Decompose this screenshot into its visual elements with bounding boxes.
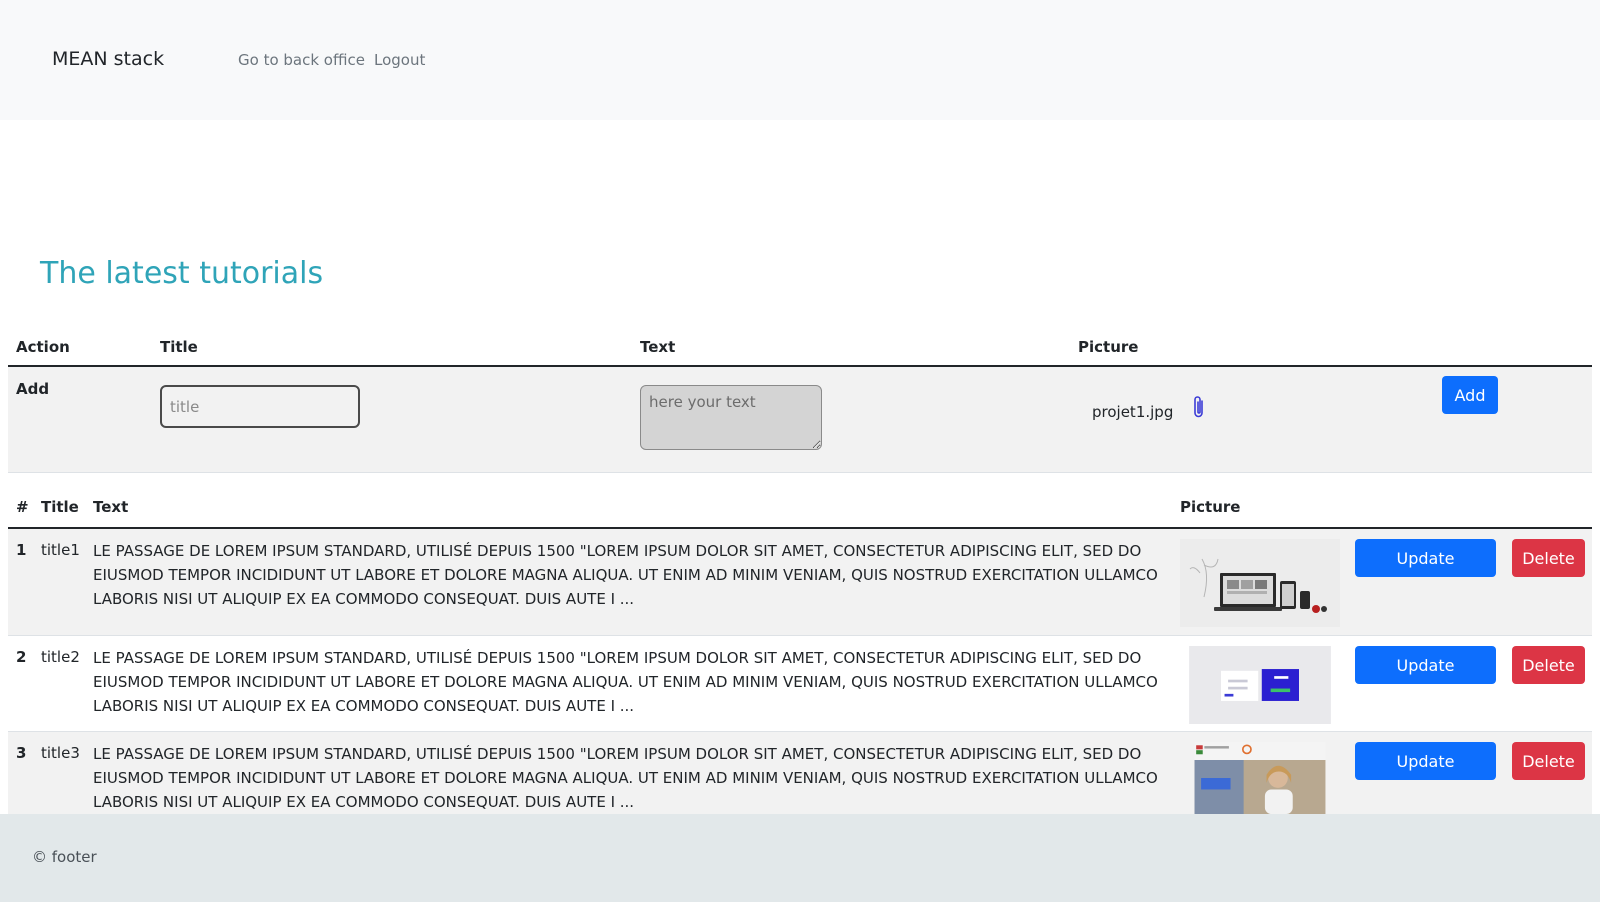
row-title: title3 [41,744,80,762]
header-text: Text [640,338,676,356]
update-button[interactable]: Update [1355,646,1496,684]
thumbnail-image [1180,539,1340,627]
delete-button[interactable]: Delete [1512,742,1585,780]
delete-button[interactable]: Delete [1512,539,1585,577]
footer: © footer [0,814,1600,902]
table-row: 2 title2 LE PASSAGE DE LOREM IPSUM STAND… [8,636,1592,732]
header-action: Action [16,338,70,356]
row-title: title1 [41,541,80,559]
row-title: title2 [41,648,80,666]
header-title: Title [41,498,79,516]
header-picture: Picture [1180,498,1241,516]
nav-link-logout[interactable]: Logout [374,51,425,69]
tutorials-table-header: # Title Text Picture [8,490,1592,529]
header-number: # [16,498,29,516]
add-form-row: Add projet1.jpg Add [8,367,1592,473]
row-text: LE PASSAGE DE LOREM IPSUM STANDARD, UTIL… [93,542,1158,608]
row-number: 2 [16,648,27,666]
title-input[interactable] [160,385,360,428]
update-button[interactable]: Update [1355,539,1496,577]
thumbnail-image [1189,646,1331,724]
nav-link-back-office[interactable]: Go to back office [238,51,365,69]
navbar: MEAN stack Go to back office Logout [0,0,1600,120]
header-title: Title [160,338,198,356]
add-button[interactable]: Add [1442,376,1498,414]
delete-button[interactable]: Delete [1512,646,1585,684]
header-text: Text [93,498,129,516]
header-picture: Picture [1078,338,1139,356]
text-input[interactable] [640,385,822,450]
thumbnail-image [1194,742,1326,814]
page-title: The latest tutorials [40,256,324,291]
row-text: LE PASSAGE DE LOREM IPSUM STANDARD, UTIL… [93,745,1158,811]
update-button[interactable]: Update [1355,742,1496,780]
row-number: 3 [16,744,27,762]
table-row: 1 title1 LE PASSAGE DE LOREM IPSUM STAND… [8,529,1592,636]
table-row: 3 title3 LE PASSAGE DE LOREM IPSUM STAND… [8,732,1592,816]
row-text: LE PASSAGE DE LOREM IPSUM STANDARD, UTIL… [93,649,1158,715]
footer-text: © footer [32,848,97,866]
add-action-label: Add [16,380,50,398]
paperclip-icon[interactable] [1191,394,1207,420]
row-number: 1 [16,541,27,559]
brand-link[interactable]: MEAN stack [52,48,164,70]
add-table-header: Action Title Text Picture [8,330,1592,367]
selected-filename: projet1.jpg [1092,403,1174,421]
